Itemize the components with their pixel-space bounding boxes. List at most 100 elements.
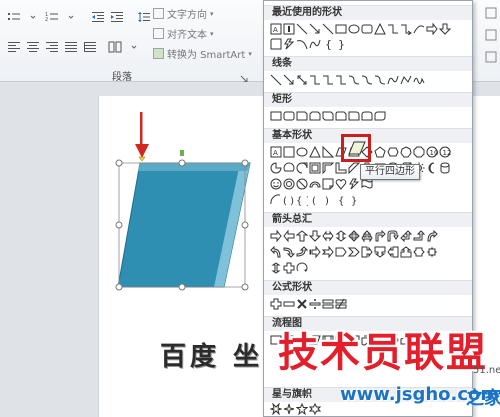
snip-rectangle-icon[interactable] (270, 38, 282, 50)
curved-arrow-connector-icon[interactable] (361, 74, 373, 86)
pentagon-arrow-icon[interactable] (335, 246, 347, 258)
no-symbol-icon[interactable] (296, 178, 308, 190)
arc-icon[interactable] (296, 38, 308, 50)
rectangle-icon[interactable] (335, 23, 347, 35)
left-right-up-arrow-icon[interactable] (361, 230, 373, 242)
bullets-icon[interactable] (6, 10, 22, 24)
decrease-indent-icon[interactable] (90, 10, 106, 24)
numbering-icon[interactable]: 12 (44, 10, 60, 24)
smiley-icon[interactable] (270, 178, 282, 190)
double-brace-icon[interactable]: { } (296, 194, 308, 206)
star-6-icon[interactable] (309, 403, 321, 415)
justify-icon[interactable] (63, 40, 79, 54)
multiply-icon[interactable] (296, 298, 308, 310)
align-center-icon[interactable] (25, 40, 41, 54)
hexagon-icon[interactable] (387, 146, 399, 158)
pie-icon[interactable] (270, 162, 282, 174)
line-icon[interactable] (270, 74, 282, 86)
elbow-arrow-icon[interactable] (322, 74, 334, 86)
curved-down-arrow-icon[interactable] (296, 246, 308, 258)
l-shape-icon[interactable] (335, 162, 347, 174)
left-bracket-icon[interactable]: ( (309, 194, 321, 206)
equal-icon[interactable] (322, 298, 334, 310)
teardrop-icon[interactable] (296, 162, 308, 174)
right-bracket-icon[interactable]: ) (322, 194, 334, 206)
chord-icon[interactable] (283, 162, 295, 174)
align-text-button[interactable]: 对齐文本 ▾ (153, 26, 214, 41)
curved-up-arrow-icon[interactable] (283, 246, 295, 258)
up-arrow-icon[interactable] (296, 230, 308, 242)
striped-right-arrow-icon[interactable] (309, 246, 321, 258)
left-brace-icon[interactable]: { (335, 194, 347, 206)
half-frame-icon[interactable] (322, 162, 334, 174)
donut-icon[interactable] (283, 178, 295, 190)
curve-icon[interactable] (309, 38, 321, 50)
cross-arrow-icon[interactable] (283, 262, 295, 274)
folded-corner-icon[interactable] (322, 178, 334, 190)
arrow-line-icon[interactable] (309, 23, 321, 35)
cylinder-icon[interactable] (439, 162, 451, 174)
snip-same-side-icon[interactable] (309, 110, 321, 122)
text-direction-button[interactable]: 文字方向 ▾ (153, 6, 214, 21)
snip-round-icon[interactable] (335, 110, 347, 122)
double-bracket-icon[interactable]: ( ) (283, 194, 295, 206)
lightning-icon[interactable] (348, 178, 360, 190)
elbow-connector-icon[interactable] (309, 74, 321, 86)
freeform-icon[interactable] (400, 74, 412, 86)
moon-icon[interactable] (426, 162, 438, 174)
right-arrow-icon[interactable] (426, 23, 438, 35)
bent-up-arrow-icon[interactable] (413, 230, 425, 242)
curved-left-arrow-icon[interactable] (270, 246, 282, 258)
chevron-down-icon[interactable] (25, 10, 41, 24)
chevron-down-icon[interactable] (63, 10, 79, 24)
vertical-textbox-icon[interactable] (283, 146, 295, 158)
align-right-icon[interactable] (44, 40, 60, 54)
decagon-icon[interactable]: 10 (426, 146, 438, 158)
up-callout-icon[interactable] (400, 246, 412, 258)
left-right-arrow-icon[interactable] (322, 230, 334, 242)
snip-single-corner-icon[interactable] (296, 110, 308, 122)
round-same-side-icon[interactable] (361, 110, 373, 122)
columns-icon[interactable] (107, 40, 123, 54)
left-callout-icon[interactable] (387, 246, 399, 258)
triangle-icon[interactable] (309, 146, 321, 158)
elbow-arrow-icon[interactable] (400, 23, 412, 35)
convert-smartart-button[interactable]: 转换为 SmartArt ▾ (153, 46, 252, 61)
elbow-connector-icon[interactable] (387, 23, 399, 35)
double-arrow-line-icon[interactable] (322, 23, 334, 35)
heart-icon[interactable] (335, 178, 347, 190)
octagon-icon[interactable] (413, 146, 425, 158)
right-triangle-icon[interactable] (322, 146, 334, 158)
pentagon-icon[interactable] (374, 146, 386, 158)
elbow-double-arrow-icon[interactable] (335, 74, 347, 86)
curved-right-arrow-icon[interactable] (426, 230, 438, 242)
down-arrow-icon[interactable] (309, 230, 321, 242)
diagonal-stripe-icon[interactable] (348, 162, 360, 174)
minus-icon[interactable] (283, 298, 295, 310)
vertical-textbox-icon[interactable] (283, 23, 295, 35)
bent-arrow-icon[interactable] (374, 230, 386, 242)
snip-diagonal-icon[interactable] (322, 110, 334, 122)
left-arrow-icon[interactable] (283, 230, 295, 242)
notched-right-arrow-icon[interactable] (322, 246, 334, 258)
curved-connector-icon[interactable] (348, 74, 360, 86)
left-right-callout-icon[interactable] (413, 246, 425, 258)
rounded-rectangle-icon[interactable] (361, 23, 373, 35)
circular-arrow-icon[interactable] (296, 262, 308, 274)
rectangle-icon[interactable] (270, 110, 282, 122)
lightning-icon[interactable] (283, 38, 295, 50)
curved-arrow-icon[interactable] (413, 23, 425, 35)
not-equal-icon[interactable] (335, 298, 347, 310)
scribble-icon[interactable] (413, 74, 425, 86)
double-arrow-line-icon[interactable] (296, 74, 308, 86)
curved-double-arrow-icon[interactable] (374, 74, 386, 86)
down-callout-icon[interactable] (374, 246, 386, 258)
chevron-down-icon[interactable] (126, 40, 142, 54)
right-callout-icon[interactable] (361, 246, 373, 258)
textbox-icon[interactable]: A (270, 23, 282, 35)
round-diagonal-icon[interactable] (374, 110, 386, 122)
textbox-icon[interactable]: A (270, 146, 282, 158)
arrow-line-icon[interactable] (283, 74, 295, 86)
chevron-icon[interactable] (348, 246, 360, 258)
increase-indent-icon[interactable] (109, 10, 125, 24)
